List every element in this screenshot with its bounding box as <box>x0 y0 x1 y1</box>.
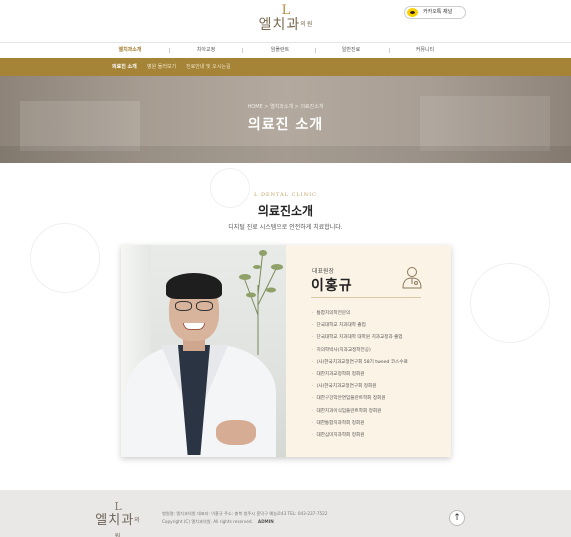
scroll-top-button[interactable]: ↑ <box>449 510 465 526</box>
page-title: 의료진 소개 <box>247 117 324 133</box>
kakao-channel-label: 카카오톡 채널 <box>423 9 453 15</box>
hero-background-shape <box>0 146 571 163</box>
main-content: L DENTAL CLINIC 의료진소개 디지털 진료 시스템으로 안전하게 … <box>0 163 571 490</box>
glasses-lens <box>196 301 213 311</box>
footer-copyright-line: Copyright (C) 엘치과의원. All rights reserved… <box>162 518 328 526</box>
site-header: L 엘치과의원 카카오톡 채널 <box>0 0 571 42</box>
doctor-info: 대표원장 이홍규 통합치의학전문의 단국대학교 치과대학 졸업 단국대학교 치과… <box>286 245 451 457</box>
glasses <box>172 301 216 311</box>
plant-decoration <box>239 249 283 355</box>
logo-suffix: 의원 <box>300 21 314 28</box>
section-subtitle: 디지털 진료 시스템으로 안전하게 치료합니다. <box>228 224 343 231</box>
logo-text: 엘치과의원 <box>93 513 143 537</box>
career-item: 대한치과교정학회 정회원 <box>312 369 408 381</box>
smile <box>183 323 205 330</box>
gnb-item-implant[interactable]: 임플란트 <box>240 43 320 58</box>
glasses-lens <box>175 301 192 311</box>
logo-name: 엘치과 <box>95 513 135 528</box>
section-title: 의료진소개 <box>257 204 314 218</box>
arrow-up-icon: ↑ <box>453 513 461 523</box>
site-footer: L 엘치과의원 병원명: 엘치과의원 대표자: 이홍규 주소: 충북 청주시 흥… <box>0 490 571 537</box>
doctor-photo <box>121 245 286 457</box>
gnb-item-community[interactable]: 커뮤니티 <box>385 43 465 58</box>
kakao-channel-button[interactable]: 카카오톡 채널 <box>404 6 466 19</box>
logo-text: 엘치과의원 <box>258 17 314 33</box>
subnav-item-doctors[interactable]: 의료진 소개 <box>112 58 137 76</box>
kakao-talk-icon <box>407 8 418 17</box>
admin-link[interactable]: ADMIN <box>258 519 274 524</box>
footer-copyright: Copyright (C) 엘치과의원. All rights reserved… <box>162 519 253 524</box>
career-item: (사)한국치과교정연구회 58기 tweed 코스수료 <box>312 357 407 369</box>
gnb-item-about[interactable]: 엘치과소개 <box>90 43 170 58</box>
career-list: 통합치의학전문의 단국대학교 치과대학 졸업 단국대학교 치과대학 대학원 치과… <box>312 308 408 442</box>
breadcrumb: HOME > 엘치과소개 > 의료진소개 <box>247 104 324 110</box>
footer-info: 병원명: 엘치과의원 대표자: 이홍규 주소: 충북 청주시 흥덕구 예농로43… <box>162 510 328 526</box>
info-divider <box>311 297 421 298</box>
logo-name: 엘치과 <box>258 17 301 33</box>
career-item: 단국대학교 치과대학 대학원 치과교정과 졸업 <box>312 332 408 344</box>
career-item: 단국대학교 치과대학 졸업 <box>312 320 408 332</box>
doctor-role: 대표원장 <box>312 268 335 275</box>
doctor-icon <box>402 267 422 289</box>
logo-mark: L <box>114 500 122 513</box>
main-navigation: 엘치과소개 치아교정 임플란트 일반진료 커뮤니티 <box>0 42 571 58</box>
gnb-item-orthodontics[interactable]: 치아교정 <box>166 43 246 58</box>
career-item: 대한구강악안면임플란트학회 정회원 <box>312 393 408 405</box>
page-hero: HOME > 엘치과소개 > 의료진소개 의료진 소개 <box>0 76 571 163</box>
footer-address: 병원명: 엘치과의원 대표자: 이홍규 주소: 충북 청주시 흥덕구 예농로43… <box>162 511 328 516</box>
subnav-item-directions[interactable]: 진료안내 및 오시는길 <box>186 58 231 76</box>
background-decoration <box>470 263 550 343</box>
doctor-card: 대표원장 이홍규 통합치의학전문의 단국대학교 치과대학 졸업 단국대학교 치과… <box>121 245 451 457</box>
site-logo[interactable]: L 엘치과의원 <box>258 4 314 38</box>
logo-mark: L <box>281 3 291 18</box>
career-item: (사)한국치과교정연구회 정회원 <box>312 381 408 393</box>
footer-logo[interactable]: L 엘치과의원 <box>93 500 143 537</box>
sub-navigation: 의료진 소개 병원 둘러보기 진료안내 및 오시는길 <box>0 58 571 76</box>
gnb-item-general[interactable]: 일반진료 <box>311 43 391 58</box>
hand <box>216 420 256 445</box>
doctor-name: 이홍규 <box>311 278 353 294</box>
hair <box>166 273 222 299</box>
subnav-item-tour[interactable]: 병원 둘러보기 <box>147 58 176 76</box>
career-item: 대한통합치과학회 정회원 <box>312 418 408 430</box>
career-item: 대한심미치과학회 정회원 <box>312 430 408 442</box>
career-item: 치의학박사(치과교정학전공) <box>312 345 408 357</box>
career-item: 통합치의학전문의 <box>312 308 408 320</box>
section-eyebrow: L DENTAL CLINIC <box>254 192 317 198</box>
career-item: 대한치과이식임플란트학회 정회원 <box>312 406 408 418</box>
background-decoration <box>30 223 100 293</box>
